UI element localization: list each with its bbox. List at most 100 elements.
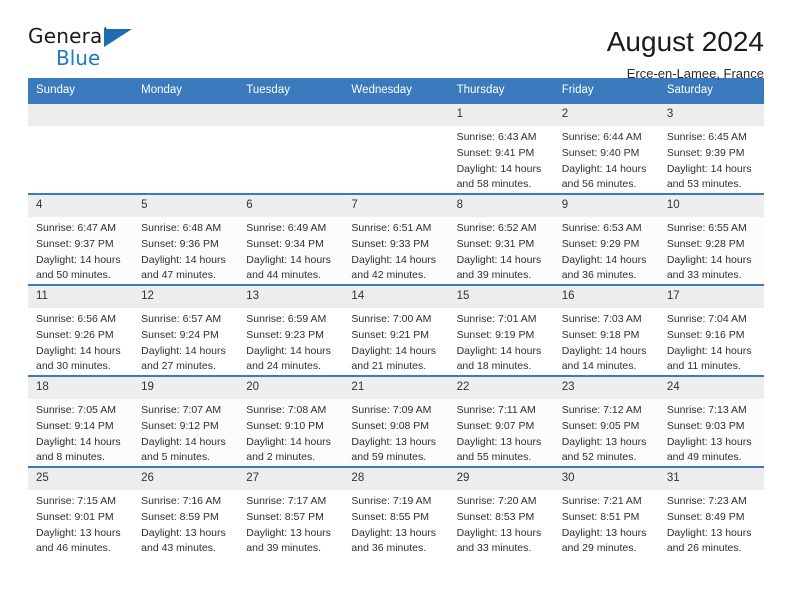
calendar-day-cell[interactable]: 5 Sunrise: 6:48 AM Sunset: 9:36 PM Daylight… bbox=[133, 193, 239, 285]
daylight-line-1: Daylight: 13 hours bbox=[561, 526, 647, 539]
calendar-day-cell[interactable]: 30 Sunrise: 7:21 AM Sunset: 8:51 PM Dayligh… bbox=[553, 466, 659, 557]
sunrise-time: Sunrise: 7:08 AM bbox=[246, 404, 327, 416]
day-number: 31 bbox=[658, 468, 764, 490]
page-title: August 2024 bbox=[606, 26, 764, 57]
column-header-friday: Friday bbox=[553, 78, 659, 103]
daylight-line-1: Daylight: 13 hours bbox=[666, 435, 752, 448]
day-details: Sunrise: 6:53 AM Sunset: 9:29 PM Daylight:… bbox=[554, 217, 659, 284]
calendar-day-cell[interactable]: 26 Sunrise: 7:16 AM Sunset: 8:59 PM Dayligh… bbox=[133, 466, 239, 557]
calendar-day-cell[interactable]: 4 Sunrise: 6:47 AM Sunset: 9:37 PM Daylight… bbox=[28, 193, 134, 285]
daylight-line-2: and 11 minutes. bbox=[666, 360, 741, 373]
calendar-day-cell[interactable]: 12 Sunrise: 6:57 AM Sunset: 9:24 PM Dayligh… bbox=[133, 284, 239, 376]
calendar-day-cell[interactable]: 8 Sunrise: 6:52 AM Sunset: 9:31 PM Daylight… bbox=[448, 193, 554, 285]
daylight-line-1: Daylight: 14 hours bbox=[141, 253, 226, 266]
calendar-body: 1 Sunrise: 6:43 AM Sunset: 9:41 PM Daylight… bbox=[28, 102, 764, 557]
day-number: 19 bbox=[133, 377, 239, 399]
day-number bbox=[343, 104, 449, 126]
sunset-time: Sunset: 9:40 PM bbox=[561, 146, 640, 159]
day-details: Sunrise: 6:51 AM Sunset: 9:33 PM Daylight:… bbox=[343, 217, 448, 284]
calendar-day-cell[interactable]: 15 Sunrise: 7:01 AM Sunset: 9:19 PM Dayligh… bbox=[448, 284, 554, 376]
general-blue-logo[interactable]: General Blue bbox=[28, 26, 146, 72]
calendar-day-cell[interactable]: 28 Sunrise: 7:19 AM Sunset: 8:55 PM Dayligh… bbox=[343, 466, 449, 557]
daylight-line-2: and 2 minutes. bbox=[246, 451, 316, 464]
calendar-day-cell[interactable]: 27 Sunrise: 7:17 AM Sunset: 8:57 PM Dayligh… bbox=[238, 466, 344, 557]
calendar-page: General Blue August 2024 Erce-en-Lamee, … bbox=[0, 0, 792, 612]
daylight-line-1: Daylight: 14 hours bbox=[561, 162, 647, 175]
daylight-line-2: and 56 minutes. bbox=[561, 178, 637, 191]
calendar-day-cell[interactable]: 9 Sunrise: 6:53 AM Sunset: 9:29 PM Daylight… bbox=[553, 193, 659, 285]
daylight-line-2: and 24 minutes. bbox=[246, 360, 321, 373]
daylight-line-2: and 26 minutes. bbox=[666, 542, 742, 555]
daylight-line-1: Daylight: 13 hours bbox=[351, 526, 437, 539]
day-details: Sunrise: 6:49 AM Sunset: 9:34 PM Daylight:… bbox=[238, 217, 343, 284]
daylight-line-1: Daylight: 13 hours bbox=[246, 526, 331, 539]
daylight-line-1: Daylight: 13 hours bbox=[561, 435, 647, 448]
sunrise-time: Sunrise: 6:57 AM bbox=[141, 313, 222, 325]
sunset-time: Sunset: 9:03 PM bbox=[666, 419, 745, 432]
sunset-time: Sunset: 9:19 PM bbox=[456, 328, 535, 341]
calendar-day-cell[interactable]: 24 Sunrise: 7:13 AM Sunset: 9:03 PM Dayligh… bbox=[658, 375, 764, 467]
daylight-line-1: Daylight: 13 hours bbox=[666, 526, 752, 539]
calendar-day-cell[interactable]: 10 Sunrise: 6:55 AM Sunset: 9:28 PM Dayligh… bbox=[658, 193, 764, 285]
day-details: Sunrise: 6:44 AM Sunset: 9:40 PM Daylight:… bbox=[554, 126, 659, 193]
day-details: Sunrise: 7:20 AM Sunset: 8:53 PM Daylight:… bbox=[449, 490, 554, 557]
sunrise-time: Sunrise: 6:47 AM bbox=[36, 222, 116, 234]
calendar-week-row: 4 Sunrise: 6:47 AM Sunset: 9:37 PM Daylight… bbox=[28, 193, 764, 285]
sunrise-time: Sunrise: 7:05 AM bbox=[36, 404, 116, 416]
calendar-day-cell[interactable]: 20 Sunrise: 7:08 AM Sunset: 9:10 PM Dayligh… bbox=[238, 375, 344, 467]
daylight-line-1: Daylight: 14 hours bbox=[246, 253, 331, 266]
sunrise-time: Sunrise: 7:21 AM bbox=[561, 495, 642, 507]
calendar-day-cell[interactable]: 11 Sunrise: 6:56 AM Sunset: 9:26 PM Dayligh… bbox=[28, 284, 134, 376]
day-details: Sunrise: 6:55 AM Sunset: 9:28 PM Daylight:… bbox=[659, 217, 764, 284]
day-number bbox=[133, 104, 239, 126]
calendar-day-cell[interactable]: 25 Sunrise: 7:15 AM Sunset: 9:01 PM Dayligh… bbox=[28, 466, 134, 557]
calendar-day-cell[interactable]: 18 Sunrise: 7:05 AM Sunset: 9:14 PM Dayligh… bbox=[28, 375, 134, 467]
daylight-line-1: Daylight: 14 hours bbox=[351, 253, 437, 266]
day-number: 5 bbox=[133, 195, 239, 217]
daylight-line-1: Daylight: 14 hours bbox=[456, 253, 542, 266]
sunset-time: Sunset: 9:41 PM bbox=[456, 146, 535, 159]
sunrise-time: Sunrise: 6:43 AM bbox=[456, 131, 537, 143]
calendar-day-cell[interactable]: 22 Sunrise: 7:11 AM Sunset: 9:07 PM Dayligh… bbox=[448, 375, 554, 467]
day-details: Sunrise: 7:07 AM Sunset: 9:12 PM Daylight:… bbox=[133, 399, 238, 466]
calendar-day-cell[interactable]: 1 Sunrise: 6:43 AM Sunset: 9:41 PM Daylight… bbox=[448, 102, 554, 194]
daylight-line-2: and 42 minutes. bbox=[351, 269, 427, 282]
logo-text-blue: Blue bbox=[56, 46, 101, 70]
sunrise-time: Sunrise: 7:12 AM bbox=[561, 404, 642, 416]
day-details: Sunrise: 6:59 AM Sunset: 9:23 PM Daylight:… bbox=[238, 308, 343, 375]
day-details: Sunrise: 7:23 AM Sunset: 8:49 PM Daylight:… bbox=[659, 490, 764, 557]
daylight-line-1: Daylight: 14 hours bbox=[561, 344, 647, 357]
calendar-day-cell[interactable]: 21 Sunrise: 7:09 AM Sunset: 9:08 PM Dayligh… bbox=[343, 375, 449, 467]
day-details: Sunrise: 6:45 AM Sunset: 9:39 PM Daylight:… bbox=[659, 126, 764, 193]
calendar-day-cell[interactable]: 2 Sunrise: 6:44 AM Sunset: 9:40 PM Daylight… bbox=[553, 102, 659, 194]
day-number: 9 bbox=[553, 195, 659, 217]
calendar-day-cell[interactable]: 31 Sunrise: 7:23 AM Sunset: 8:49 PM Dayligh… bbox=[658, 466, 764, 557]
calendar-day-cell[interactable]: 29 Sunrise: 7:20 AM Sunset: 8:53 PM Dayligh… bbox=[448, 466, 554, 557]
sunset-time: Sunset: 9:08 PM bbox=[351, 419, 430, 432]
sunset-time: Sunset: 9:01 PM bbox=[36, 510, 114, 523]
calendar-day-cell[interactable]: 16 Sunrise: 7:03 AM Sunset: 9:18 PM Dayligh… bbox=[553, 284, 659, 376]
daylight-line-1: Daylight: 14 hours bbox=[141, 435, 226, 448]
calendar-day-cell[interactable]: 6 Sunrise: 6:49 AM Sunset: 9:34 PM Daylight… bbox=[238, 193, 344, 285]
calendar-day-cell[interactable]: 3 Sunrise: 6:45 AM Sunset: 9:39 PM Daylight… bbox=[658, 102, 764, 194]
day-number: 8 bbox=[448, 195, 554, 217]
calendar-day-cell-empty bbox=[28, 102, 134, 194]
sunset-time: Sunset: 9:14 PM bbox=[36, 419, 114, 432]
day-details: Sunrise: 7:04 AM Sunset: 9:16 PM Daylight:… bbox=[659, 308, 764, 375]
calendar-day-cell[interactable]: 23 Sunrise: 7:12 AM Sunset: 9:05 PM Dayligh… bbox=[553, 375, 659, 467]
calendar-day-cell[interactable]: 19 Sunrise: 7:07 AM Sunset: 9:12 PM Dayligh… bbox=[133, 375, 239, 467]
sunset-time: Sunset: 9:28 PM bbox=[666, 237, 745, 250]
day-number: 4 bbox=[28, 195, 134, 217]
calendar-day-cell[interactable]: 14 Sunrise: 7:00 AM Sunset: 9:21 PM Dayligh… bbox=[343, 284, 449, 376]
calendar-day-cell[interactable]: 13 Sunrise: 6:59 AM Sunset: 9:23 PM Dayligh… bbox=[238, 284, 344, 376]
calendar-day-cell[interactable]: 17 Sunrise: 7:04 AM Sunset: 9:16 PM Dayligh… bbox=[658, 284, 764, 376]
sunset-time: Sunset: 9:29 PM bbox=[561, 237, 640, 250]
daylight-line-2: and 18 minutes. bbox=[456, 360, 532, 373]
daylight-line-2: and 58 minutes. bbox=[456, 178, 532, 191]
daylight-line-2: and 27 minutes. bbox=[141, 360, 216, 373]
daylight-line-1: Daylight: 13 hours bbox=[351, 435, 437, 448]
day-number: 10 bbox=[658, 195, 764, 217]
day-number: 25 bbox=[28, 468, 134, 490]
calendar-day-cell[interactable]: 7 Sunrise: 6:51 AM Sunset: 9:33 PM Daylight… bbox=[343, 193, 449, 285]
sunset-time: Sunset: 9:10 PM bbox=[246, 419, 324, 432]
